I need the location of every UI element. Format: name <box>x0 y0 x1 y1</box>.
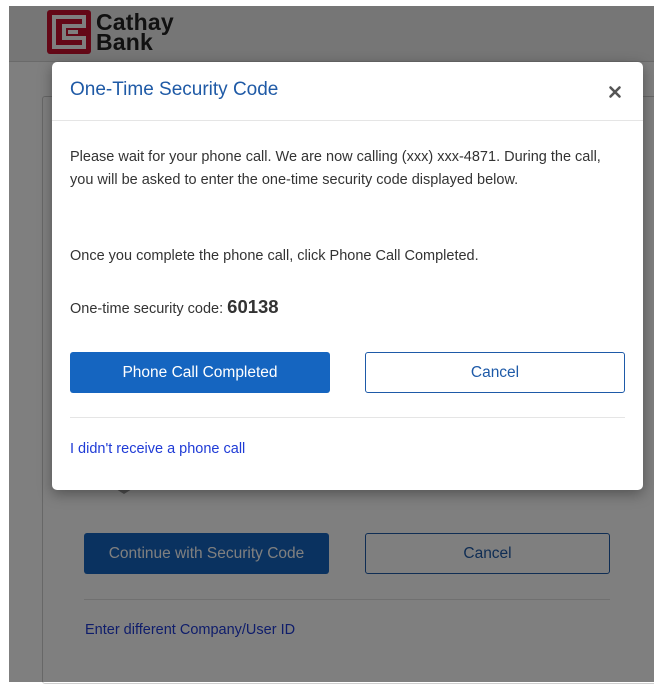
close-button[interactable] <box>602 78 628 104</box>
call-instructions: Please wait for your phone call. We are … <box>70 149 601 188</box>
close-icon <box>609 86 621 98</box>
completion-note: Once you complete the phone call, click … <box>70 248 479 264</box>
security-code-line: One-time security code: 60138 <box>70 296 626 321</box>
no-phone-call-link[interactable]: I didn't receive a phone call <box>70 441 245 457</box>
modal-header: One-Time Security Code <box>52 62 643 121</box>
security-code-label: One-time security code: <box>70 301 224 317</box>
modal-title: One-Time Security Code <box>70 79 279 100</box>
phone-call-completed-button[interactable]: Phone Call Completed <box>70 352 330 393</box>
modal-divider <box>70 417 625 418</box>
security-code-modal: One-Time Security Code Please wait for y… <box>52 62 643 490</box>
security-code-value: 60138 <box>227 296 279 317</box>
cancel-button[interactable]: Cancel <box>365 352 625 393</box>
